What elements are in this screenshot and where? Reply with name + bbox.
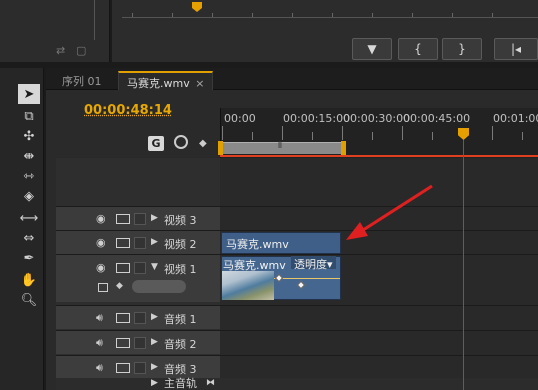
ruler-tick bbox=[432, 132, 433, 140]
track-audio-2: 🔊︎ ▶ 音频 2 bbox=[56, 330, 538, 354]
track-video-3: ◉ ▶ 视频 3 bbox=[56, 206, 538, 230]
collapse-arrow-icon[interactable]: ▶ bbox=[151, 312, 158, 322]
sync-icon[interactable] bbox=[116, 313, 130, 323]
ruler-tick bbox=[342, 126, 343, 140]
panel-divider bbox=[94, 0, 95, 40]
track-name: 视频 3 bbox=[164, 214, 197, 227]
eye-icon[interactable]: ◉ bbox=[96, 212, 106, 225]
speaker-icon[interactable]: 🔊︎ bbox=[96, 361, 103, 375]
ruler-tick bbox=[222, 126, 223, 140]
track-audio-3: 🔊︎ ▶ 音频 3 bbox=[56, 355, 538, 378]
speaker-icon[interactable]: 🔊︎ bbox=[96, 311, 103, 325]
tab-sequence-01[interactable]: 序列 01 bbox=[54, 71, 110, 90]
master-meter-icon[interactable]: ⧓ bbox=[206, 378, 215, 388]
rate-stretch-tool-icon[interactable]: ⇿ bbox=[18, 166, 40, 186]
opacity-dropdown[interactable]: 透明度▾ bbox=[291, 256, 336, 271]
ruler-tick bbox=[522, 132, 523, 140]
lock-icon[interactable] bbox=[134, 312, 146, 324]
track-name: 音频 2 bbox=[164, 338, 197, 351]
render-bar bbox=[220, 155, 538, 157]
lock-icon[interactable] bbox=[134, 213, 146, 225]
camera-icon[interactable] bbox=[116, 263, 130, 273]
clip-thumbnail bbox=[222, 271, 274, 300]
slip-tool-icon[interactable]: ⟷ bbox=[18, 208, 40, 228]
razor-tool-icon[interactable]: ◈ bbox=[18, 186, 40, 206]
camera-icon[interactable] bbox=[116, 214, 130, 224]
annotation-arrow-icon bbox=[346, 184, 433, 240]
track-name: 音频 3 bbox=[164, 363, 197, 376]
keyframe-diamond-icon[interactable]: ◆ bbox=[116, 281, 123, 291]
track-master: ▶ 主音轨 ⧓ bbox=[56, 378, 538, 390]
track-name: 主音轨 bbox=[164, 377, 197, 390]
ruler-tick bbox=[372, 132, 373, 140]
snap-icon[interactable]: G bbox=[148, 136, 164, 151]
collapse-arrow-icon[interactable]: ▶ bbox=[151, 213, 158, 223]
track-name: 音频 1 bbox=[164, 313, 197, 326]
lock-icon[interactable] bbox=[134, 337, 146, 349]
ruler-label: 00:00:45:00 bbox=[403, 112, 471, 125]
work-area-start-handle[interactable] bbox=[218, 141, 223, 155]
lock-icon[interactable] bbox=[134, 237, 146, 249]
eye-icon[interactable]: ◉ bbox=[96, 261, 106, 274]
clip-video-2[interactable]: 马赛克.wmv bbox=[221, 232, 341, 254]
work-area-bar[interactable]: ⦀ bbox=[220, 141, 344, 154]
selection-tool-icon[interactable]: ➤ bbox=[18, 84, 40, 104]
clip-name: 马赛克.wmv bbox=[226, 238, 289, 251]
track-name: 视频 1 bbox=[164, 263, 197, 276]
mark-in-button[interactable]: { bbox=[398, 38, 438, 60]
top-left-panel: ⇄ ▢ bbox=[0, 0, 110, 62]
hand-tool-icon[interactable]: ✋ bbox=[18, 270, 40, 290]
playhead-line[interactable] bbox=[463, 140, 464, 390]
track-audio-1: 🔊︎ ▶ 音频 1 bbox=[56, 305, 538, 329]
ruler-label: 00:00 bbox=[224, 112, 256, 125]
zoom-tool-icon[interactable]: 🔍︎ bbox=[18, 290, 40, 310]
sync-icon[interactable] bbox=[116, 363, 130, 373]
add-marker-button[interactable]: ▼ bbox=[352, 38, 392, 60]
ruler-tick bbox=[492, 126, 493, 140]
eye-icon[interactable]: ◉ bbox=[96, 236, 106, 249]
ripple-edit-tool-icon[interactable]: ✣ bbox=[18, 126, 40, 146]
camera-icon[interactable] bbox=[116, 238, 130, 248]
speaker-icon[interactable]: 🔊︎ bbox=[96, 336, 103, 350]
sync-icon[interactable] bbox=[116, 338, 130, 348]
current-timecode[interactable]: 00:00:48:14 bbox=[84, 103, 172, 118]
ruler-tick bbox=[402, 126, 403, 140]
collapse-arrow-icon[interactable]: ▶ bbox=[151, 237, 158, 247]
pen-tool-icon[interactable]: ✒ bbox=[18, 248, 40, 268]
add-marker-icon[interactable]: ◆ bbox=[199, 138, 207, 149]
ruler-label: 00:00:30:00 bbox=[343, 112, 411, 125]
go-to-in-button[interactable]: |◂ bbox=[494, 38, 538, 60]
track-select-tool-icon[interactable]: ⧉ bbox=[18, 106, 40, 126]
slide-tool-icon[interactable]: ⇔ bbox=[18, 228, 40, 248]
keyframe-nav-pill[interactable] bbox=[132, 280, 186, 293]
mark-out-button[interactable]: } bbox=[442, 38, 482, 60]
ruler-label: 00:01:00 bbox=[493, 112, 538, 125]
close-tab-icon[interactable]: × bbox=[195, 77, 204, 90]
work-area-end-handle[interactable] bbox=[341, 141, 346, 155]
collapse-arrow-icon[interactable]: ▶ bbox=[151, 378, 158, 388]
rolling-edit-tool-icon[interactable]: ⇼ bbox=[18, 146, 40, 166]
track-name: 视频 2 bbox=[164, 238, 197, 251]
lock-icon[interactable] bbox=[134, 362, 146, 374]
tab-mosaic-wmv[interactable]: 马赛克.wmv × bbox=[118, 71, 214, 90]
ruler-tick bbox=[252, 132, 253, 140]
collapse-arrow-icon[interactable]: ▶ bbox=[151, 337, 158, 347]
collapse-arrow-icon[interactable]: ▶ bbox=[151, 362, 158, 372]
ruler-tick bbox=[282, 126, 283, 140]
timeline-tab-bar: 序列 01 马赛克.wmv × bbox=[46, 68, 538, 90]
ruler-label: 00:00:15:00 bbox=[283, 112, 351, 125]
tools-panel: ➤ ⧉ ✣ ⇼ ⇿ ◈ ⟷ ⇔ ✒ ✋ 🔍︎ bbox=[0, 68, 44, 390]
link-icon[interactable]: ⇄ bbox=[56, 44, 65, 57]
lock-icon[interactable] bbox=[134, 262, 146, 274]
sync-lock-icon[interactable] bbox=[174, 135, 188, 149]
expand-arrow-icon[interactable]: ▼ bbox=[151, 262, 158, 272]
work-area-grip-icon[interactable]: ⦀ bbox=[278, 141, 282, 151]
folder-icon[interactable]: ▢ bbox=[76, 44, 86, 57]
opacity-keyframe-line[interactable] bbox=[274, 278, 340, 279]
display-style-icon[interactable] bbox=[98, 283, 108, 292]
monitor-mini-ruler[interactable] bbox=[122, 0, 538, 18]
ruler-tick bbox=[312, 132, 313, 140]
